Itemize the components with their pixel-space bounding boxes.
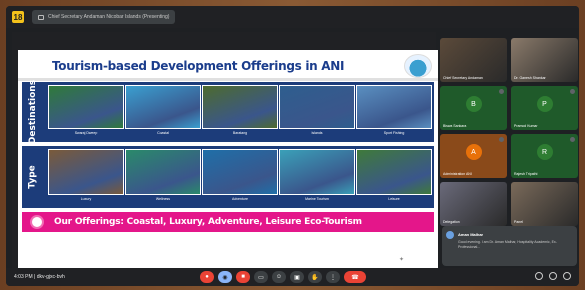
tile-caption: Adventure	[232, 197, 248, 201]
mic-off-icon	[499, 89, 504, 94]
row-label: Destinations	[28, 79, 39, 145]
participant-name: Panel	[514, 220, 523, 224]
tile-caption: Leisure	[388, 197, 400, 201]
avatar	[446, 231, 454, 239]
camera-button[interactable]: ◉	[218, 271, 232, 283]
participant-tile[interactable]: R Rajesh Tripathi	[511, 134, 578, 178]
type-tile-4	[279, 149, 355, 195]
outer-frame: 18 Chief Secretary Andaman Nicobar Islan…	[0, 0, 585, 290]
pointer-icon: ✦	[398, 257, 404, 263]
tile-caption: Islands	[311, 131, 323, 135]
tile-caption: Marine Tourism	[305, 197, 329, 201]
type-row: Type Luxury Wellness Adventure Marine To…	[22, 146, 434, 208]
chat-sender: Aman Malhar	[458, 232, 484, 237]
tile-caption: Coastal	[157, 131, 169, 135]
meeting-clock: 4:03 PM | dkv-gjxc-bvh	[14, 274, 65, 280]
title-divider	[18, 78, 438, 81]
chat-icon[interactable]	[563, 272, 571, 280]
call-controls: ● ◉ ■ ▭ ☺ ▣ ✋ ⋮ ☎	[200, 271, 366, 283]
app-icon[interactable]: 18	[12, 11, 24, 23]
meeting-title-pill[interactable]: Chief Secretary Andaman Nicobar Islands …	[32, 10, 176, 24]
seal-icon	[30, 215, 44, 229]
presentation-icon	[38, 14, 44, 20]
avatar: A	[465, 144, 482, 160]
participant-name: Administration ANI	[443, 172, 472, 176]
type-tile-3	[202, 149, 278, 195]
avatar: P	[536, 96, 553, 112]
participant-tile[interactable]: Delegation	[440, 182, 507, 226]
participant-tile[interactable]: Dr. Ganesh Shankar	[511, 38, 578, 82]
captions-button[interactable]: ▭	[254, 271, 268, 283]
tile-caption: Sport Fishing	[383, 131, 405, 135]
participant-name: Chief Secretary Andaman	[443, 76, 483, 80]
destination-tile-5	[356, 85, 432, 129]
row-label: Type	[28, 165, 39, 189]
tile-caption: Swaraj Dweep	[74, 131, 98, 135]
offerings-text: Our Offerings: Coastal, Luxury, Adventur…	[54, 217, 362, 227]
participant-name: Dr. Ganesh Shankar	[514, 76, 546, 80]
type-tile-1	[48, 149, 124, 195]
slide: Tourism-based Development Offerings in A…	[18, 50, 438, 282]
top-bar: 18 Chief Secretary Andaman Nicobar Islan…	[6, 6, 579, 28]
offerings-banner: Our Offerings: Coastal, Luxury, Adventur…	[22, 212, 434, 232]
meet-window: 18 Chief Secretary Andaman Nicobar Islan…	[6, 6, 579, 286]
mic-off-button[interactable]: ●	[200, 271, 214, 283]
destination-tile-2	[125, 85, 201, 129]
chat-notification[interactable]: Aman Malhar Good evening. I am Dr. Aman …	[442, 226, 577, 266]
participant-name: Pramod Kumar	[514, 124, 538, 128]
destination-tile-3	[202, 85, 278, 129]
chat-message: Good evening. I am Dr. Aman Malhar, Hosp…	[458, 240, 557, 249]
participant-tile[interactable]: A Administration ANI	[440, 134, 507, 178]
participants-grid: Chief Secretary Andaman Dr. Ganesh Shank…	[440, 32, 579, 268]
tile-caption: Baratang	[232, 131, 248, 135]
presentation-area: Tourism-based Development Offerings in A…	[12, 32, 438, 282]
destination-tile-1	[48, 85, 124, 129]
destination-tile-4	[279, 85, 355, 129]
end-call-button[interactable]: ☎	[344, 271, 366, 283]
participant-tile[interactable]: Chief Secretary Andaman	[440, 38, 507, 82]
tile-caption: Luxury	[80, 197, 92, 201]
more-options-button[interactable]: ⋮	[326, 271, 340, 283]
side-controls	[535, 272, 571, 280]
participant-name: Biswa Sankara	[443, 124, 467, 128]
participant-tile[interactable]: B Biswa Sankara	[440, 86, 507, 130]
raise-hand-button[interactable]: ✋	[308, 271, 322, 283]
participant-tile[interactable]: P Pramod Kumar	[511, 86, 578, 130]
tile-caption: Wellness	[155, 197, 171, 201]
avatar: R	[536, 144, 553, 160]
camera-off-button[interactable]: ■	[236, 271, 250, 283]
info-icon[interactable]	[535, 272, 543, 280]
meeting-title: Chief Secretary Andaman Nicobar Islands …	[48, 14, 170, 20]
emoji-button[interactable]: ☺	[272, 271, 286, 283]
tourism-logo-icon	[404, 54, 432, 78]
people-icon[interactable]	[549, 272, 557, 280]
destinations-row: Destinations Swaraj Dweep Coastal Barata…	[22, 79, 434, 145]
mic-off-icon	[570, 89, 575, 94]
slide-title: Tourism-based Development Offerings in A…	[52, 59, 345, 73]
present-button[interactable]: ▣	[290, 271, 304, 283]
participant-name: Rajesh Tripathi	[514, 172, 538, 176]
mic-off-icon	[570, 137, 575, 142]
mic-off-icon	[499, 137, 504, 142]
participant-tile[interactable]: Panel	[511, 182, 578, 226]
type-tile-5	[356, 149, 432, 195]
participant-name: Delegation	[443, 220, 460, 224]
type-tile-2	[125, 149, 201, 195]
avatar: B	[465, 96, 482, 112]
bottom-bar: 4:03 PM | dkv-gjxc-bvh ● ◉ ■ ▭ ☺ ▣ ✋ ⋮ ☎	[6, 268, 579, 286]
